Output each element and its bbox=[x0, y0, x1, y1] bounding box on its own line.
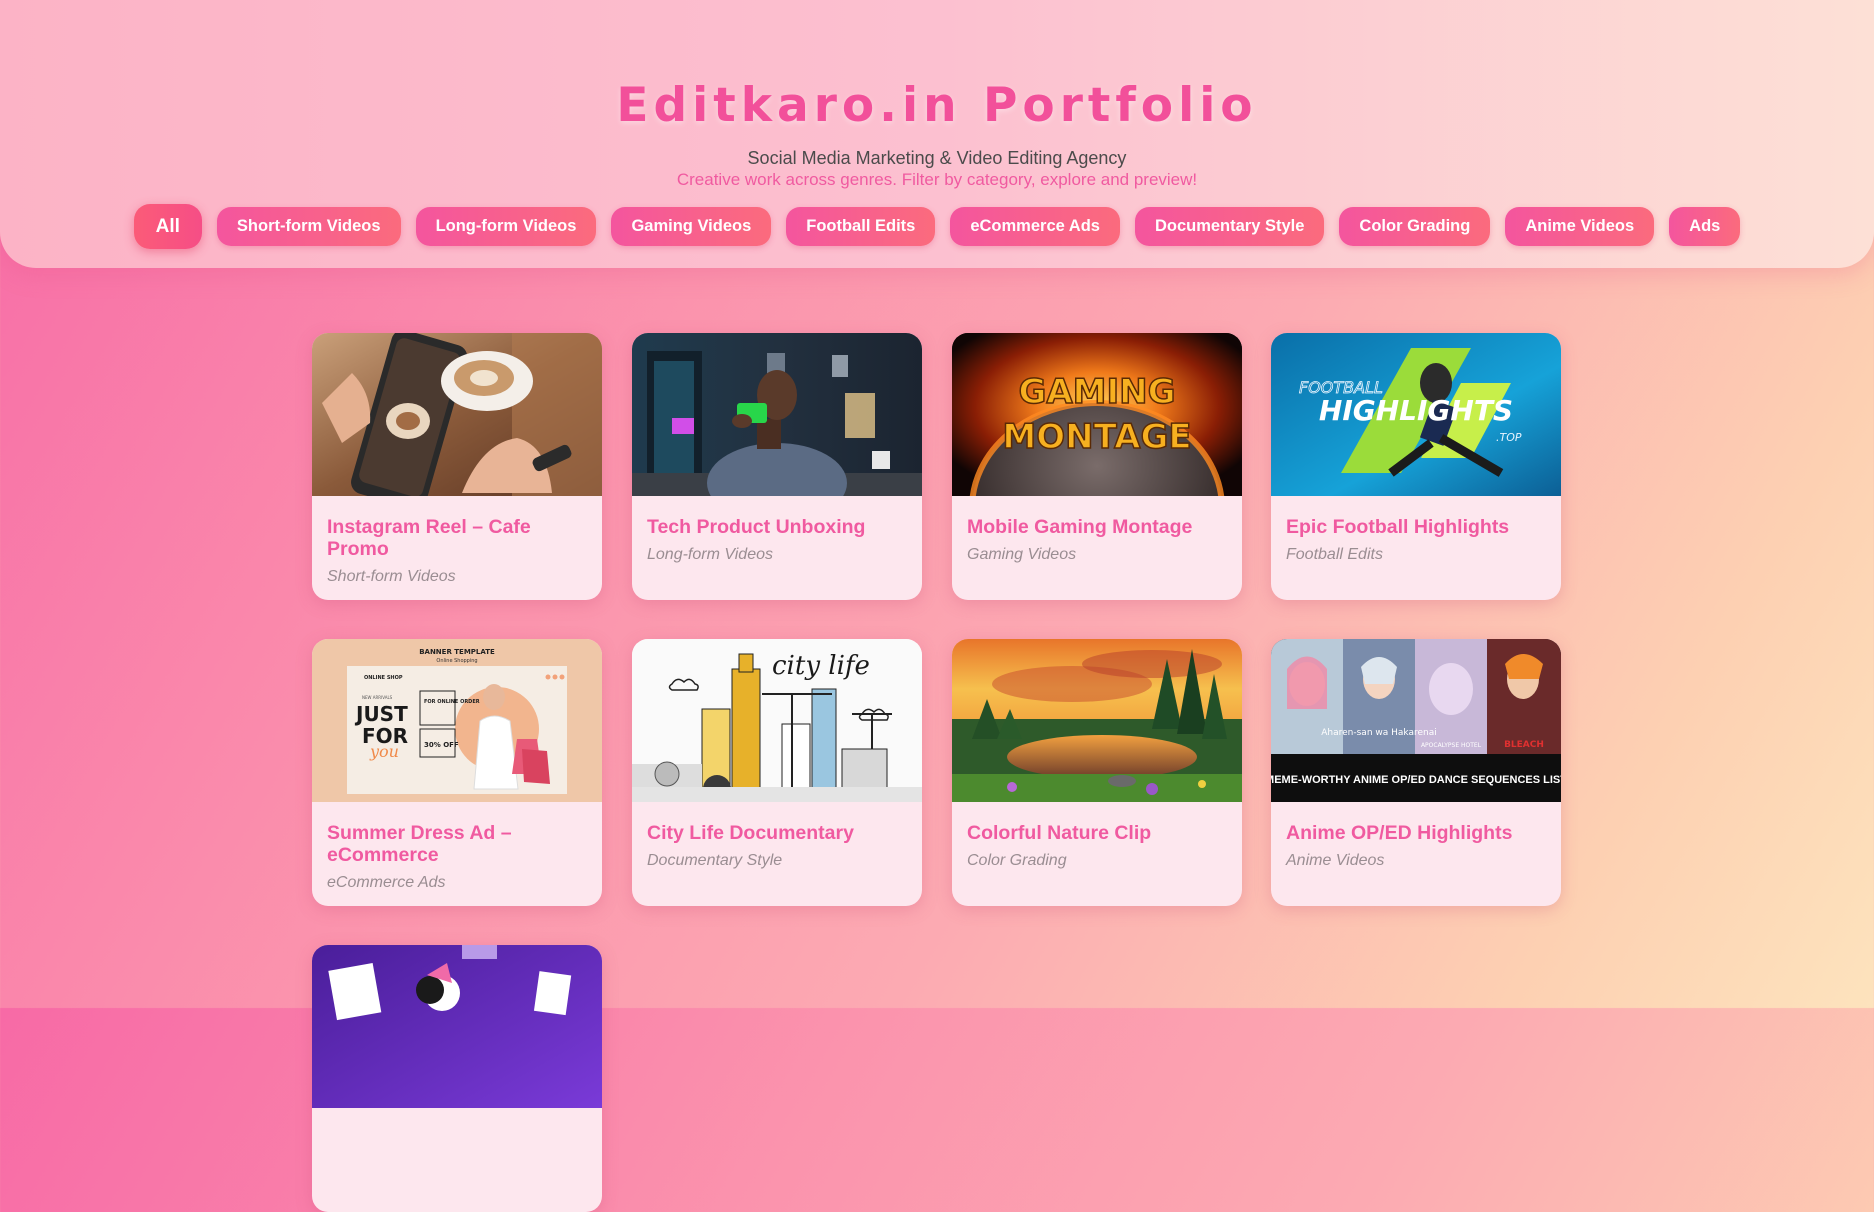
filter-football-edits-button[interactable]: Football Edits bbox=[786, 207, 936, 246]
portfolio-card[interactable]: city life City Life Documentary Document… bbox=[632, 639, 922, 906]
page-subtitle: Social Media Marketing & Video Editing A… bbox=[747, 148, 1127, 168]
portfolio-card[interactable]: BANNER TEMPLATE Online Shopping ONLINE S… bbox=[312, 639, 602, 906]
thumb-text: you bbox=[369, 742, 399, 761]
thumb-text: GAMING bbox=[1018, 372, 1175, 412]
portfolio-card[interactable]: GAMING MONTAGE Mobile Gaming Montage Gam… bbox=[952, 333, 1242, 600]
thumb-text: APOCALYPSE HOTEL bbox=[1421, 742, 1482, 749]
page-header: Editkaro.in Portfolio Social Media Marke… bbox=[0, 0, 1874, 268]
thumb-text: Aharen-san wa Hakarenai bbox=[1321, 728, 1436, 738]
thumb-text: city life bbox=[772, 651, 870, 681]
card-title: Anime OP/ED Highlights bbox=[1286, 822, 1513, 844]
card-title: Mobile Gaming Montage bbox=[967, 516, 1193, 538]
filter-ads-button[interactable]: Ads bbox=[1669, 207, 1741, 246]
page-title: Editkaro.in Portfolio bbox=[616, 78, 1258, 133]
card-category: eCommerce Ads bbox=[327, 874, 446, 891]
card-thumbnail[interactable]: city life bbox=[632, 639, 922, 802]
thumb-text: BLEACH bbox=[1504, 740, 1544, 750]
card-category: Documentary Style bbox=[647, 852, 783, 869]
filter-gaming-videos-button[interactable]: Gaming Videos bbox=[611, 207, 772, 246]
portfolio-card[interactable]: FOOTBALL HIGHLIGHTS .TOP Epic Football H… bbox=[1271, 333, 1561, 600]
card-title: Instagram Reel – Cafe Promo bbox=[327, 516, 531, 560]
card-thumbnail[interactable]: Aharen-san wa Hakarenai APOCALYPSE HOTEL… bbox=[1271, 639, 1561, 802]
card-title: Tech Product Unboxing bbox=[647, 516, 866, 538]
filter-long-form-videos-button[interactable]: Long-form Videos bbox=[415, 207, 597, 246]
filter-documentary-style-button[interactable]: Documentary Style bbox=[1134, 207, 1325, 246]
card-category: Anime Videos bbox=[1286, 852, 1385, 869]
card-thumbnail[interactable]: GAMING MONTAGE bbox=[952, 333, 1242, 496]
portfolio-card[interactable] bbox=[312, 945, 602, 1212]
card-title: Epic Football Highlights bbox=[1286, 516, 1510, 538]
card-category: Gaming Videos bbox=[967, 546, 1077, 563]
filter-bar: All Short-form Videos Long-form Videos G… bbox=[0, 204, 1874, 249]
thumb-text: JUST bbox=[354, 702, 408, 726]
filter-anime-videos-button[interactable]: Anime Videos bbox=[1505, 207, 1655, 246]
thumb-text: Online Shopping bbox=[436, 658, 477, 664]
filter-all-button[interactable]: All bbox=[133, 204, 202, 249]
thumb-text: MEME-WORTHY ANIME OP/ED DANCE SEQUENCES … bbox=[1271, 774, 1561, 786]
card-thumbnail[interactable] bbox=[632, 333, 922, 496]
card-category: Long-form Videos bbox=[647, 546, 773, 563]
card-title: Summer Dress Ad – eCommerce bbox=[327, 822, 512, 866]
portfolio-card[interactable]: Instagram Reel – Cafe Promo Short-form V… bbox=[312, 333, 602, 600]
card-thumbnail[interactable]: FOOTBALL HIGHLIGHTS .TOP bbox=[1271, 333, 1561, 496]
portfolio-card[interactable]: Tech Product Unboxing Long-form Videos bbox=[632, 333, 922, 600]
filter-short-form-videos-button[interactable]: Short-form Videos bbox=[216, 207, 401, 246]
filter-color-grading-button[interactable]: Color Grading bbox=[1339, 207, 1491, 246]
thumb-text: HIGHLIGHTS bbox=[1319, 394, 1513, 427]
card-thumbnail[interactable] bbox=[312, 945, 602, 1108]
thumb-text: 30% OFF bbox=[424, 741, 459, 749]
page-tagline: Creative work across genres. Filter by c… bbox=[676, 170, 1198, 189]
card-thumbnail[interactable]: BANNER TEMPLATE Online Shopping ONLINE S… bbox=[312, 639, 602, 802]
filter-ecommerce-ads-button[interactable]: eCommerce Ads bbox=[950, 207, 1120, 246]
card-title: Colorful Nature Clip bbox=[967, 822, 1152, 844]
thumb-text: ONLINE SHOP bbox=[364, 675, 403, 681]
thumb-text: MONTAGE bbox=[1002, 417, 1191, 457]
portfolio-card[interactable]: Colorful Nature Clip Color Grading bbox=[952, 639, 1242, 906]
card-category: Color Grading bbox=[967, 852, 1067, 869]
thumb-text: NEW ARRIVALS bbox=[362, 695, 393, 700]
thumb-text: BANNER TEMPLATE bbox=[419, 648, 495, 656]
portfolio-card[interactable]: Aharen-san wa Hakarenai APOCALYPSE HOTEL… bbox=[1271, 639, 1561, 906]
card-category: Short-form Videos bbox=[327, 568, 456, 585]
thumb-text: FOR ONLINE ORDER bbox=[424, 699, 480, 705]
card-thumbnail[interactable] bbox=[312, 333, 602, 496]
card-category: Football Edits bbox=[1286, 546, 1383, 563]
thumb-text: .TOP bbox=[1496, 431, 1522, 444]
card-title: City Life Documentary bbox=[647, 822, 854, 844]
card-thumbnail[interactable] bbox=[952, 639, 1242, 802]
